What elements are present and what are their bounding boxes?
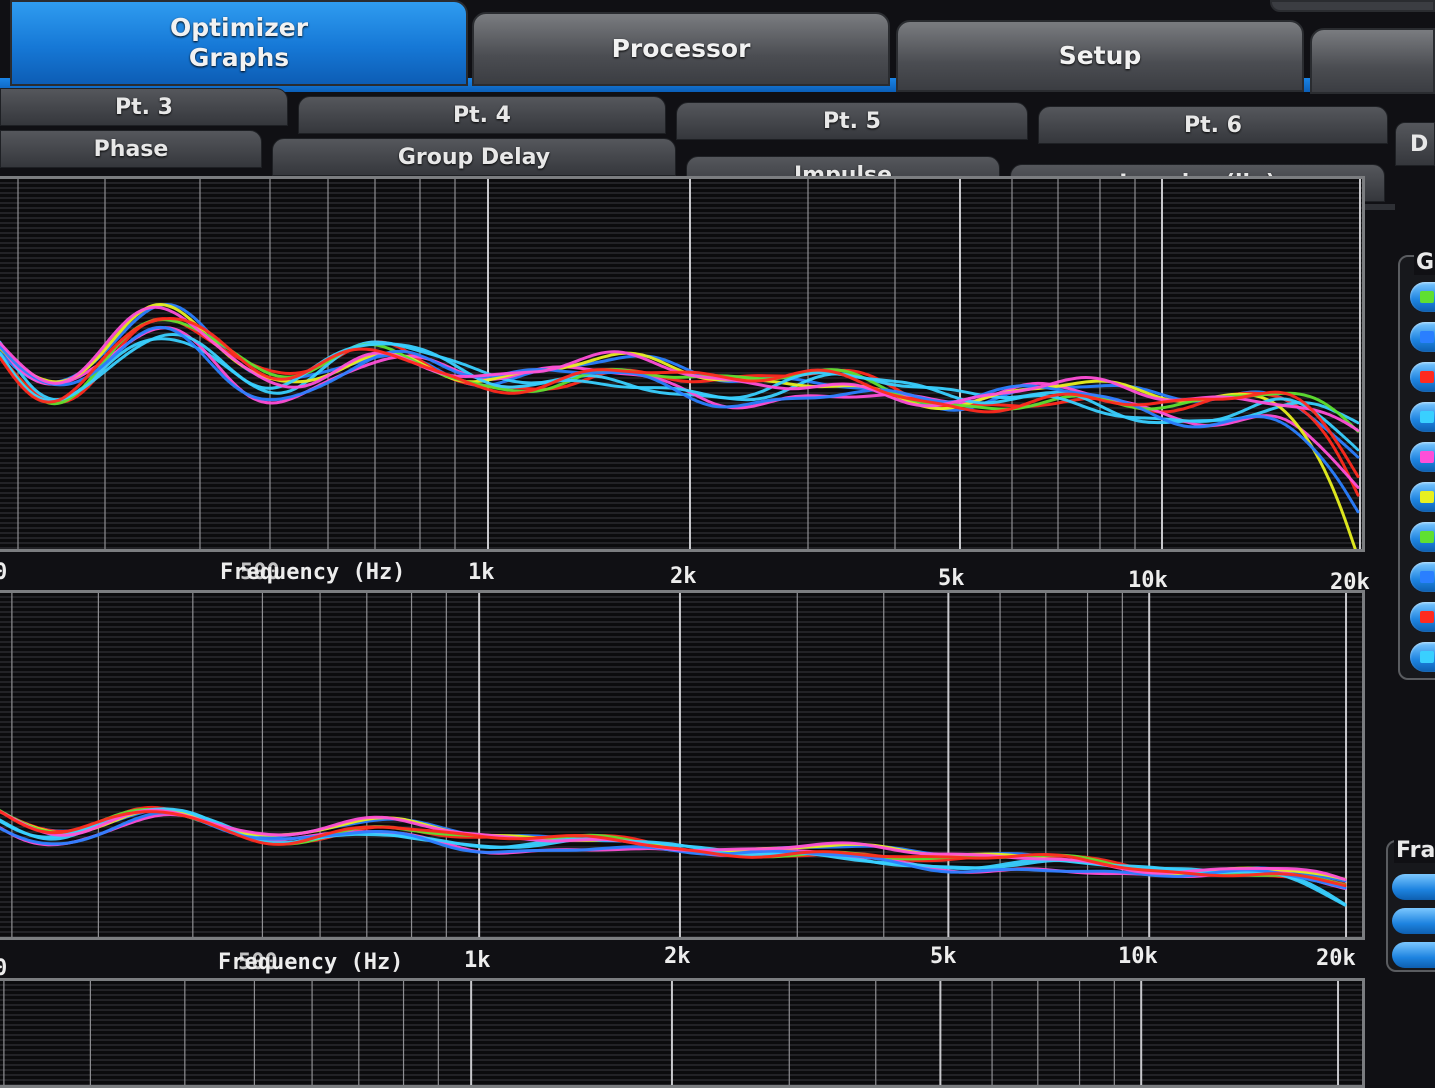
tab-extra[interactable] — [1310, 28, 1435, 94]
frequency-axis-1: 0 Frequency (Hz) 500 1k 2k 5k 10k 20k — [0, 556, 1390, 595]
tick-1k: 1k — [464, 948, 491, 973]
response-graph-2-plot — [0, 593, 1362, 937]
tab-phase[interactable]: Phase — [0, 130, 262, 168]
channel-toggle-3[interactable] — [1410, 362, 1435, 392]
frame-panel-label: Fra — [1394, 838, 1435, 863]
tick-2k: 2k — [670, 564, 697, 589]
tab-group-delay-label: Group Delay — [397, 144, 551, 170]
channel-swatch — [1420, 371, 1434, 383]
response-graph-2[interactable] — [0, 590, 1365, 940]
tick-10k: 10k — [1118, 944, 1158, 969]
channel-swatch — [1420, 411, 1434, 423]
point-tab-row: Pt. 3 Pt. 4 Pt. 5 Pt. 6 — [0, 88, 1400, 144]
frame-button-1[interactable] — [1392, 874, 1435, 900]
channel-toggle-4[interactable] — [1410, 402, 1435, 432]
tab-group-delay[interactable]: Group Delay — [272, 138, 676, 176]
tab-phase-label: Phase — [93, 136, 169, 162]
tab-optimizer-graphs-label: Optimizer Graphs — [169, 13, 309, 72]
channel-swatch — [1420, 651, 1434, 663]
channel-toggle-10[interactable] — [1410, 642, 1435, 672]
tick-1k: 1k — [468, 560, 495, 585]
channel-toggle-8[interactable] — [1410, 562, 1435, 592]
channel-panel-label: G — [1414, 250, 1435, 275]
response-graph-1-plot — [0, 179, 1362, 549]
channel-swatch — [1420, 291, 1434, 303]
channel-toggle-9[interactable] — [1410, 602, 1435, 632]
tab-extra-d[interactable]: D — [1395, 122, 1435, 166]
channel-swatch — [1420, 611, 1434, 623]
tick-5k: 5k — [938, 566, 965, 591]
graph-tab-row: Phase Group Delay Impulse Impulse (lin) — [0, 130, 1400, 202]
tab-setup-label: Setup — [1058, 41, 1142, 70]
frequency-axis-2: 0 Frequency (Hz) 500 1k 2k 5k 10k 20k — [0, 944, 1390, 981]
tab-processor-label: Processor — [611, 34, 751, 63]
tick-2k: 2k — [664, 944, 691, 969]
tab-pt-3-label: Pt. 3 — [115, 94, 173, 120]
channel-swatch — [1420, 531, 1434, 543]
channel-swatch — [1420, 491, 1434, 503]
tab-extra-d-label: D — [1410, 132, 1429, 157]
channel-swatch — [1420, 571, 1434, 583]
tab-pt-3[interactable]: Pt. 3 — [0, 88, 288, 126]
channel-toggle-2[interactable] — [1410, 322, 1435, 352]
top-right-control[interactable] — [1270, 0, 1435, 12]
response-graph-3-plot — [0, 981, 1362, 1085]
tick-20k: 20k — [1316, 946, 1356, 971]
frame-button-2[interactable] — [1392, 908, 1435, 934]
tab-optimizer-graphs[interactable]: Optimizer Graphs — [10, 0, 468, 86]
channel-toggle-5[interactable] — [1410, 442, 1435, 472]
tab-processor[interactable]: Processor — [472, 12, 890, 86]
tab-pt-4[interactable]: Pt. 4 — [298, 96, 666, 134]
tick-5k: 5k — [930, 944, 957, 969]
channel-swatch — [1420, 451, 1434, 463]
channel-toggle-7[interactable] — [1410, 522, 1435, 552]
channel-toggle-6[interactable] — [1410, 482, 1435, 512]
channel-swatch — [1420, 331, 1434, 343]
tick-500: 500 — [238, 950, 278, 975]
frame-button-3[interactable] — [1392, 942, 1435, 968]
tick-500: 500 — [240, 560, 280, 585]
response-graph-1[interactable] — [0, 176, 1365, 552]
axis-edge-label: 0 — [0, 560, 8, 585]
channel-toggle-1[interactable] — [1410, 282, 1435, 312]
tab-setup[interactable]: Setup — [896, 20, 1304, 92]
response-graph-3[interactable] — [0, 978, 1365, 1088]
tab-pt-4-label: Pt. 4 — [453, 102, 511, 128]
